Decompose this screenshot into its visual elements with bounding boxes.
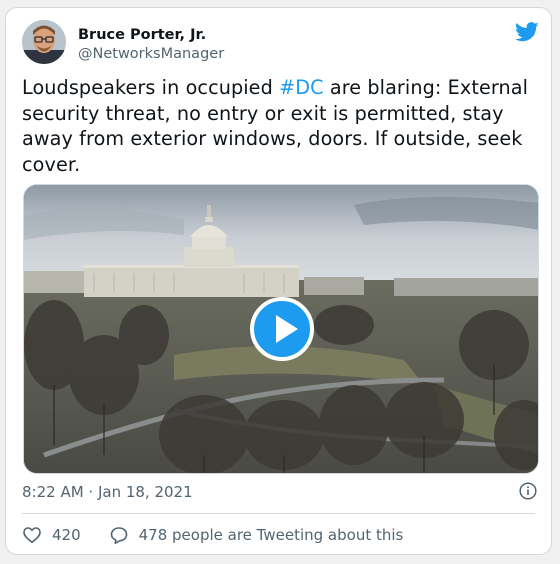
play-button[interactable] — [250, 297, 314, 361]
info-icon[interactable] — [519, 482, 537, 500]
tweet-card[interactable]: Bruce Porter, Jr. @NetworksManager Louds… — [5, 7, 552, 555]
hashtag-link[interactable]: #DC — [279, 76, 324, 99]
heart-icon — [23, 527, 41, 543]
twitter-bird-icon[interactable] — [515, 22, 539, 42]
avatar-image — [22, 20, 66, 64]
tweet-text: Loudspeakers in occupied #DC are blaring… — [22, 75, 542, 177]
conversation-text: 478 people are Tweeting about this — [138, 526, 404, 544]
author-handle[interactable]: @NetworksManager — [78, 45, 224, 63]
tweet-actions: 420 478 people are Tweeting about this — [22, 523, 403, 547]
avatar[interactable] — [22, 20, 66, 64]
video-thumbnail[interactable] — [23, 184, 539, 474]
tweet-timestamp[interactable]: 8:22 AM · Jan 18, 2021 — [22, 482, 193, 502]
like-count: 420 — [52, 526, 81, 544]
like-button[interactable]: 420 — [22, 525, 81, 545]
divider — [22, 513, 535, 514]
author-name[interactable]: Bruce Porter, Jr. — [78, 26, 206, 44]
conversation-button[interactable]: 478 people are Tweeting about this — [109, 525, 404, 545]
reply-bubble-icon — [110, 527, 127, 544]
tweet-text-before: Loudspeakers in occupied — [22, 76, 280, 99]
